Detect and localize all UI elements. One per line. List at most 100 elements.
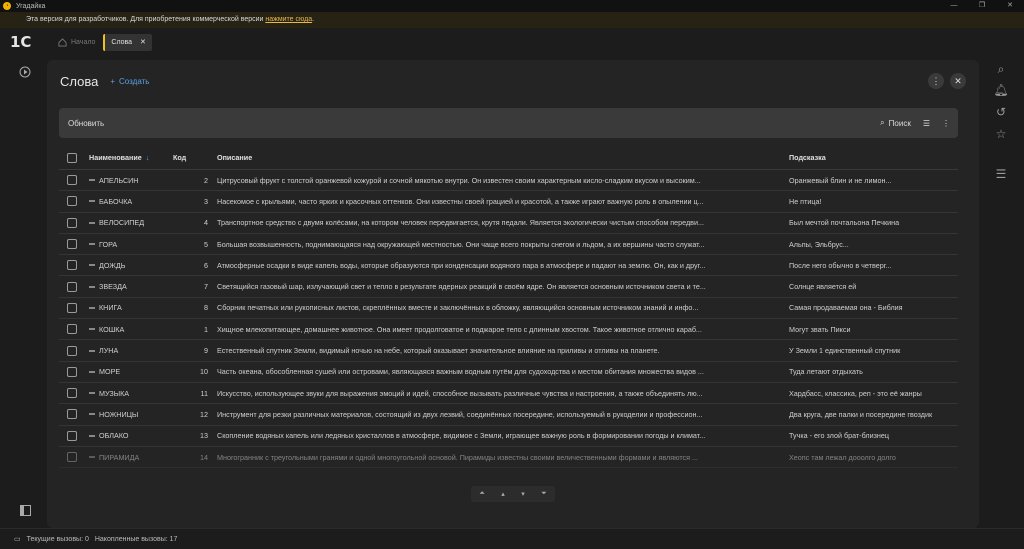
table-row[interactable]: АПЕЛЬСИН 2 Цитрусовый фрукт с толстой оран… <box>59 170 958 192</box>
column-code[interactable]: Код <box>169 153 217 162</box>
cell-name: КНИГА <box>99 303 122 313</box>
filter-icon[interactable]: ☰ <box>923 119 930 128</box>
first-page-icon[interactable]: ⏶ <box>479 490 485 498</box>
table-row[interactable]: БАБОЧКА 3 Насекомое с крыльями, часто ярки… <box>59 191 958 213</box>
more-options-button[interactable]: ⋮ <box>928 73 944 89</box>
cell-code: 6 <box>204 260 208 270</box>
row-checkbox[interactable] <box>67 196 77 207</box>
item-icon <box>89 221 95 224</box>
tab-words[interactable]: Слова ✕ <box>103 33 152 51</box>
table-row[interactable]: НОЖНИЦЫ 12 Инструмент для резки различных … <box>59 404 958 426</box>
chat-icon[interactable]: ▭ <box>14 535 21 543</box>
cell-name: КОШКА <box>99 324 125 334</box>
panel-toggle-icon[interactable] <box>20 505 31 516</box>
toolbar-more-icon[interactable]: ⋮ <box>942 119 950 128</box>
table-row[interactable]: МУЗЫКА 11 Искусство, использующее звуки дл… <box>59 383 958 405</box>
table-row[interactable]: ОБЛАКО 13 Скопление водяных капель или лед… <box>59 426 958 447</box>
cell-code: 7 <box>204 282 208 292</box>
table-row[interactable]: ДОЖДЬ 6 Атмосферные осадки в виде капель в… <box>59 255 958 277</box>
table-row[interactable]: ПИРАМИДА 14 Многогранник с треугольными гр… <box>59 447 958 469</box>
close-panel-button[interactable]: ✕ <box>950 73 966 89</box>
cell-code: 10 <box>200 367 208 377</box>
row-checkbox[interactable] <box>67 452 77 462</box>
table-header: Наименование ↓ Код Описание Подсказка <box>59 146 958 170</box>
cell-name: МОРЕ <box>99 367 121 377</box>
logo-1c: 1С <box>10 33 32 51</box>
column-hint[interactable]: Подсказка <box>789 153 958 162</box>
cell-desc: Насекомое с крыльями, часто ярких и крас… <box>217 196 704 206</box>
cell-desc: Скопление водяных капель или ледяных кри… <box>217 431 706 441</box>
item-icon <box>89 413 95 416</box>
cell-hint: После него обычно в четверг... <box>789 260 892 270</box>
prev-page-icon[interactable]: ▴ <box>501 490 505 498</box>
row-checkbox[interactable] <box>67 345 77 356</box>
cell-name: ВЕЛОСИПЕД <box>99 218 145 228</box>
row-checkbox[interactable] <box>67 324 77 335</box>
window-controls: — ❐ ✕ <box>940 0 1024 12</box>
refresh-button[interactable]: Обновить <box>68 119 104 128</box>
item-icon <box>89 349 95 352</box>
top-navigation: 1С Начало Слова ✕ <box>0 28 1024 56</box>
search-icon: ⌕ <box>880 118 885 127</box>
create-button[interactable]: + Создать <box>110 77 149 86</box>
notice-link[interactable]: нажмите сюда <box>265 16 312 23</box>
row-checkbox[interactable] <box>67 388 77 399</box>
item-icon <box>89 264 95 267</box>
row-checkbox[interactable] <box>67 281 77 292</box>
table-row[interactable]: ВЕЛОСИПЕД 4 Транспортное средство с двумя … <box>59 213 958 234</box>
row-checkbox[interactable] <box>67 175 77 186</box>
cell-name: ПИРАМИДА <box>99 452 140 462</box>
restore-icon[interactable]: ❐ <box>968 0 996 12</box>
star-icon[interactable]: ☆ <box>993 126 1009 142</box>
cell-code: 14 <box>200 452 208 462</box>
cell-desc: Большая возвышенность, поднимающаяся над… <box>217 239 705 249</box>
history-icon[interactable]: ↺ <box>993 104 1009 120</box>
notice-end: . <box>312 16 315 23</box>
cell-name: АПЕЛЬСИН <box>99 175 139 185</box>
cell-hint: Хардбасс, классика, реп - это её жанры <box>789 388 922 398</box>
next-page-icon[interactable]: ▾ <box>521 490 525 498</box>
cell-name: БАБОЧКА <box>99 196 133 206</box>
cell-name: ЗВЕЗДА <box>99 282 127 292</box>
table-row[interactable]: ЛУНА 9 Естественный спутник Земли, видимый… <box>59 340 958 362</box>
table-row[interactable]: МОРЕ 10 Часть океана, обособленная сушей и… <box>59 362 958 383</box>
row-checkbox[interactable] <box>67 302 77 313</box>
bell-icon[interactable]: 🔔︎ <box>993 82 1009 98</box>
close-window-icon[interactable]: ✕ <box>996 0 1024 12</box>
column-name[interactable]: Наименование ↓ <box>85 153 169 162</box>
row-checkbox[interactable] <box>67 409 77 420</box>
create-label: Создать <box>119 76 150 86</box>
search-icon[interactable]: ⌕ <box>993 61 1009 77</box>
minimize-icon[interactable]: — <box>940 0 968 12</box>
cell-code: 13 <box>200 431 208 441</box>
cell-name: ДОЖДЬ <box>99 260 126 270</box>
cell-code: 1 <box>204 324 208 334</box>
table-row[interactable]: КНИГА 8 Сборник печатных или рукописных ли… <box>59 298 958 320</box>
home-tab[interactable]: Начало <box>58 37 96 47</box>
menu-icon[interactable]: ☰ <box>993 166 1009 182</box>
cell-hint: Был мечтой почтальона Печкина <box>789 218 900 228</box>
cell-hint: Тучка - его злой брат-близнец <box>789 431 889 441</box>
row-checkbox[interactable] <box>67 366 77 377</box>
status-bar: ▭ Текущие вызовы: 0 Накопленные вызовы: … <box>0 528 1024 549</box>
cell-desc: Светящийся газовый шар, излучающий свет … <box>217 282 706 292</box>
last-page-icon[interactable]: ⏷ <box>541 490 547 498</box>
row-checkbox[interactable] <box>67 430 77 441</box>
cell-code: 4 <box>204 218 208 228</box>
table-row[interactable]: ГОРА 5 Большая возвышенность, поднимающаяс… <box>59 234 958 256</box>
select-all-checkbox[interactable] <box>67 152 77 163</box>
item-icon <box>89 200 95 203</box>
row-checkbox[interactable] <box>67 239 77 250</box>
cell-hint: Два круга, две палки и посередине гвозди… <box>789 409 933 419</box>
row-checkbox[interactable] <box>67 260 77 271</box>
home-label: Начало <box>71 38 96 46</box>
row-checkbox[interactable] <box>67 217 77 228</box>
close-tab-icon[interactable]: ✕ <box>140 38 146 46</box>
table-row[interactable]: КОШКА 1 Хищное млекопитающее, домашнее жив… <box>59 319 958 341</box>
play-icon[interactable] <box>19 66 31 78</box>
cell-desc: Транспортное средство с двумя колёсами, … <box>217 218 705 228</box>
table-row[interactable]: ЗВЕЗДА 7 Светящийся газовый шар, излучающи… <box>59 276 958 298</box>
plus-icon: + <box>110 76 116 86</box>
search-button[interactable]: ⌕ Поиск <box>880 118 911 128</box>
column-desc[interactable]: Описание <box>217 153 789 162</box>
